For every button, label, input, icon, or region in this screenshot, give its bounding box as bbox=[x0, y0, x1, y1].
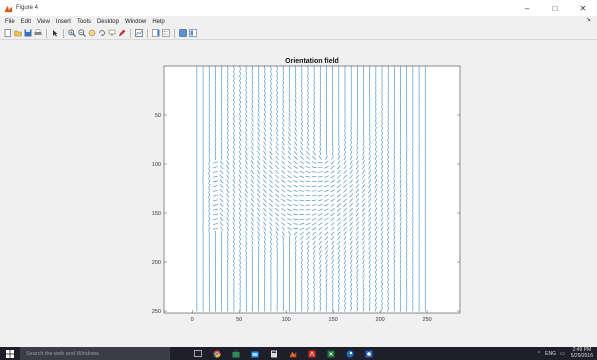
menu-help[interactable]: Help bbox=[152, 19, 164, 25]
toolbar-separator bbox=[46, 28, 47, 38]
windows-taskbar: Search the web and Windows ⌃ ENG ▭ 2:49 … bbox=[0, 347, 597, 360]
task-view-icon[interactable] bbox=[190, 347, 206, 360]
legend-icon[interactable] bbox=[161, 29, 170, 38]
x-tick-label: 0 bbox=[191, 317, 194, 323]
store-icon[interactable] bbox=[228, 347, 244, 360]
menu-edit[interactable]: Edit bbox=[21, 19, 31, 25]
open-file-icon[interactable] bbox=[13, 29, 22, 38]
y-tick-label: 150 bbox=[152, 211, 161, 217]
zoom-out-icon[interactable] bbox=[77, 29, 86, 38]
maximize-button[interactable]: □ bbox=[541, 0, 569, 16]
menu-bar: File Edit View Insert Tools Desktop Wind… bbox=[0, 16, 597, 27]
window-title: Figure 4 bbox=[16, 5, 39, 11]
show-plot-tools-icon[interactable] bbox=[188, 29, 197, 38]
menu-file[interactable]: File bbox=[5, 19, 15, 25]
x-tick-label: 50 bbox=[236, 317, 242, 323]
window-titlebar: Figure 4 – □ ✕ bbox=[0, 0, 597, 16]
y-tick-label: 250 bbox=[152, 309, 161, 315]
excel-icon[interactable] bbox=[323, 347, 339, 360]
new-figure-icon[interactable] bbox=[3, 29, 12, 38]
toolbar-separator bbox=[174, 28, 175, 38]
save-icon[interactable] bbox=[23, 29, 32, 38]
menu-view[interactable]: View bbox=[37, 19, 50, 25]
window-controls: – □ ✕ bbox=[513, 0, 597, 16]
y-tick-label: 50 bbox=[155, 113, 161, 119]
y-tick-label: 200 bbox=[152, 260, 161, 266]
clock[interactable]: 2:49 PM 5/29/2016 bbox=[570, 347, 593, 359]
minimize-button[interactable]: – bbox=[513, 0, 541, 16]
matlab-icon[interactable] bbox=[285, 347, 301, 360]
toolbar-separator bbox=[130, 28, 131, 38]
menu-tools[interactable]: Tools bbox=[77, 19, 91, 25]
system-tray: ⌃ ENG ▭ 2:49 PM 5/29/2016 bbox=[533, 347, 593, 360]
rotate-3d-icon[interactable] bbox=[97, 29, 106, 38]
matlab-figure-icon bbox=[4, 5, 13, 12]
brush-icon[interactable] bbox=[117, 29, 126, 38]
chrome-icon[interactable] bbox=[209, 347, 225, 360]
close-button[interactable]: ✕ bbox=[569, 0, 597, 16]
link-plot-icon[interactable] bbox=[134, 29, 143, 38]
figure-toolbar bbox=[0, 27, 597, 40]
menu-window[interactable]: Window bbox=[125, 19, 146, 25]
steam-icon[interactable] bbox=[342, 347, 358, 360]
orientation-field-plot[interactable]: Orientation field 0 50 100 150 200 250 50 100 1… bbox=[0, 40, 597, 347]
windows-start-icon[interactable] bbox=[0, 347, 20, 360]
x-tick-label: 250 bbox=[423, 317, 432, 323]
pan-icon[interactable] bbox=[87, 29, 96, 38]
clock-date: 5/29/2016 bbox=[570, 352, 593, 359]
hide-plot-tools-icon[interactable] bbox=[178, 29, 187, 38]
print-icon[interactable] bbox=[33, 29, 42, 38]
dock-arrow-icon[interactable]: ↘ bbox=[586, 16, 591, 23]
toolbar-separator bbox=[147, 28, 148, 38]
taskbar-search-input[interactable]: Search the web and Windows bbox=[20, 347, 170, 360]
chart-title: Orientation field bbox=[285, 58, 339, 65]
colorbar-icon[interactable] bbox=[151, 29, 160, 38]
x-tick-label: 100 bbox=[282, 317, 291, 323]
edit-plot-icon[interactable] bbox=[50, 29, 59, 38]
app-icon[interactable] bbox=[361, 347, 377, 360]
toolbar-separator bbox=[63, 28, 64, 38]
explorer-icon[interactable] bbox=[247, 347, 263, 360]
calculator-icon[interactable] bbox=[266, 347, 282, 360]
zoom-in-icon[interactable] bbox=[67, 29, 76, 38]
search-placeholder: Search the web and Windows bbox=[26, 350, 99, 357]
menu-insert[interactable]: Insert bbox=[56, 19, 71, 25]
axes-box bbox=[163, 65, 461, 314]
y-tick-label: 100 bbox=[152, 162, 161, 168]
language-indicator[interactable]: ENG bbox=[545, 351, 556, 357]
menu-desktop[interactable]: Desktop bbox=[97, 19, 119, 25]
network-icon[interactable]: ⌃ bbox=[537, 351, 541, 357]
notification-icon[interactable]: ▭ bbox=[560, 351, 565, 357]
acrobat-icon[interactable] bbox=[304, 347, 320, 360]
data-cursor-icon[interactable] bbox=[107, 29, 116, 38]
x-tick-label: 200 bbox=[376, 317, 385, 323]
x-tick-label: 150 bbox=[329, 317, 338, 323]
